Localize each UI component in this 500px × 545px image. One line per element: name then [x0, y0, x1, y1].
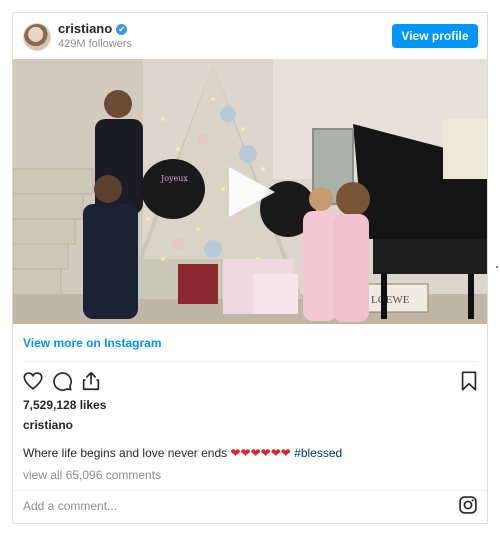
caption-text: Where life begins and love never ends — [23, 446, 228, 460]
balloon-text: Joyeux — [160, 174, 188, 183]
heart-icon[interactable] — [22, 370, 44, 392]
page-marker-dot — [496, 266, 498, 268]
embedded-post-card: cristiano ✔ 429M followers View profile — [12, 12, 488, 524]
hashtag-link[interactable]: #blessed — [294, 446, 342, 460]
caption-author[interactable]: cristiano — [23, 418, 73, 432]
heart-emojis: ❤❤❤❤❤❤ — [230, 446, 291, 460]
avatar[interactable] — [23, 23, 51, 51]
like-count[interactable]: 7,529,128 likes — [23, 398, 106, 412]
verified-badge-icon: ✔ — [116, 24, 128, 35]
video-frame-illustration: LOEWE Joyeux — [13, 59, 487, 324]
instagram-icon[interactable] — [458, 495, 478, 515]
share-icon[interactable] — [80, 370, 102, 392]
post-caption: Where life begins and love never ends ❤❤… — [23, 446, 342, 460]
view-profile-button[interactable]: View profile — [392, 24, 478, 48]
gift-box-brand: LOEWE — [371, 294, 410, 306]
username-row[interactable]: cristiano ✔ — [58, 21, 128, 36]
divider — [13, 490, 487, 491]
post-header: cristiano ✔ 429M followers View profile — [13, 13, 487, 59]
view-all-comments-link[interactable]: view all 65,096 comments — [23, 468, 161, 482]
view-more-on-instagram-link[interactable]: View more on Instagram — [23, 336, 162, 350]
divider — [23, 361, 477, 362]
action-bar — [13, 367, 487, 395]
bookmark-icon[interactable] — [458, 370, 480, 392]
follower-count: 429M followers — [58, 38, 132, 50]
post-video[interactable]: LOEWE Joyeux — [13, 59, 487, 324]
comment-icon[interactable] — [51, 370, 73, 392]
add-comment-field[interactable]: Add a comment... — [23, 499, 117, 513]
username[interactable]: cristiano — [58, 21, 112, 36]
